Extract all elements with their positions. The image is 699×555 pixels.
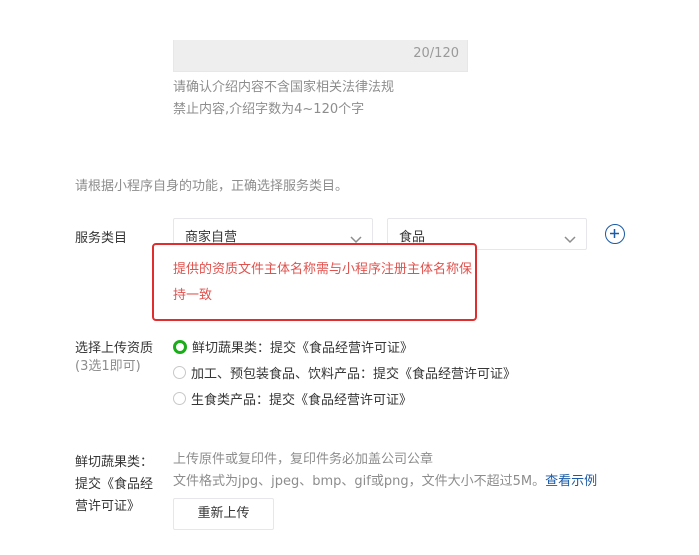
chevron-down-icon xyxy=(564,229,576,248)
plus-circle-icon xyxy=(610,229,619,238)
radio-checked-icon[interactable] xyxy=(173,339,187,354)
qualification-option-label: 加工、预包装食品、饮料产品：提交《食品经营许可证》 xyxy=(191,367,517,382)
error-message: 提供的资质文件主体名称需与小程序注册主体名称保持一致 xyxy=(173,262,473,303)
upload-label-line1: 鲜切蔬果类： xyxy=(75,455,154,470)
qualification-label: 选择上传资质 xyxy=(75,341,154,356)
radio-unchecked-icon[interactable] xyxy=(173,366,186,379)
add-category-button[interactable] xyxy=(605,224,625,244)
upload-label-line3: 营许可证》 xyxy=(75,499,141,514)
qualification-option-1[interactable]: 鲜切蔬果类：提交《食品经营许可证》 xyxy=(173,337,413,356)
qualification-option-3[interactable]: 生食类产品：提交《食品经营许可证》 xyxy=(173,389,412,408)
qualification-option-label: 生食类产品：提交《食品经营许可证》 xyxy=(191,393,413,408)
reupload-button[interactable]: 重新上传 xyxy=(173,498,274,530)
upload-hint-line2-row: 文件格式为jpg、jpeg、bmp、gif或png，文件大小不超过5M。查看示例 xyxy=(173,471,597,493)
service-instruction: 请根据小程序自身的功能，正确选择服务类目。 xyxy=(75,179,349,194)
radio-unchecked-icon[interactable] xyxy=(173,392,186,405)
upload-hint-line2: 文件格式为jpg、jpeg、bmp、gif或png，文件大小不超过5M。 xyxy=(173,474,546,489)
view-example-link[interactable]: 查看示例 xyxy=(545,474,597,489)
qualification-sublabel: (3选1即可) xyxy=(75,359,141,374)
intro-hint-line1: 请确认介绍内容不含国家相关法律法规 xyxy=(173,80,395,95)
intro-textarea[interactable]: 20/120 xyxy=(173,40,468,72)
intro-char-counter: 20/120 xyxy=(413,46,459,61)
service-category-label: 服务类目 xyxy=(75,231,128,246)
qualification-option-label: 鲜切蔬果类：提交《食品经营许可证》 xyxy=(192,341,414,356)
qualification-option-2[interactable]: 加工、预包装食品、饮料产品：提交《食品经营许可证》 xyxy=(173,363,516,382)
upload-label-line2: 提交《食品经 xyxy=(75,477,154,492)
upload-hint-line1: 上传原件或复印件，复印件务必加盖公司公章 xyxy=(173,452,434,467)
error-message-box: 提供的资质文件主体名称需与小程序注册主体名称保持一致 xyxy=(152,243,477,321)
intro-hint-line2: 禁止内容,介绍字数为4~120个字 xyxy=(173,102,365,117)
